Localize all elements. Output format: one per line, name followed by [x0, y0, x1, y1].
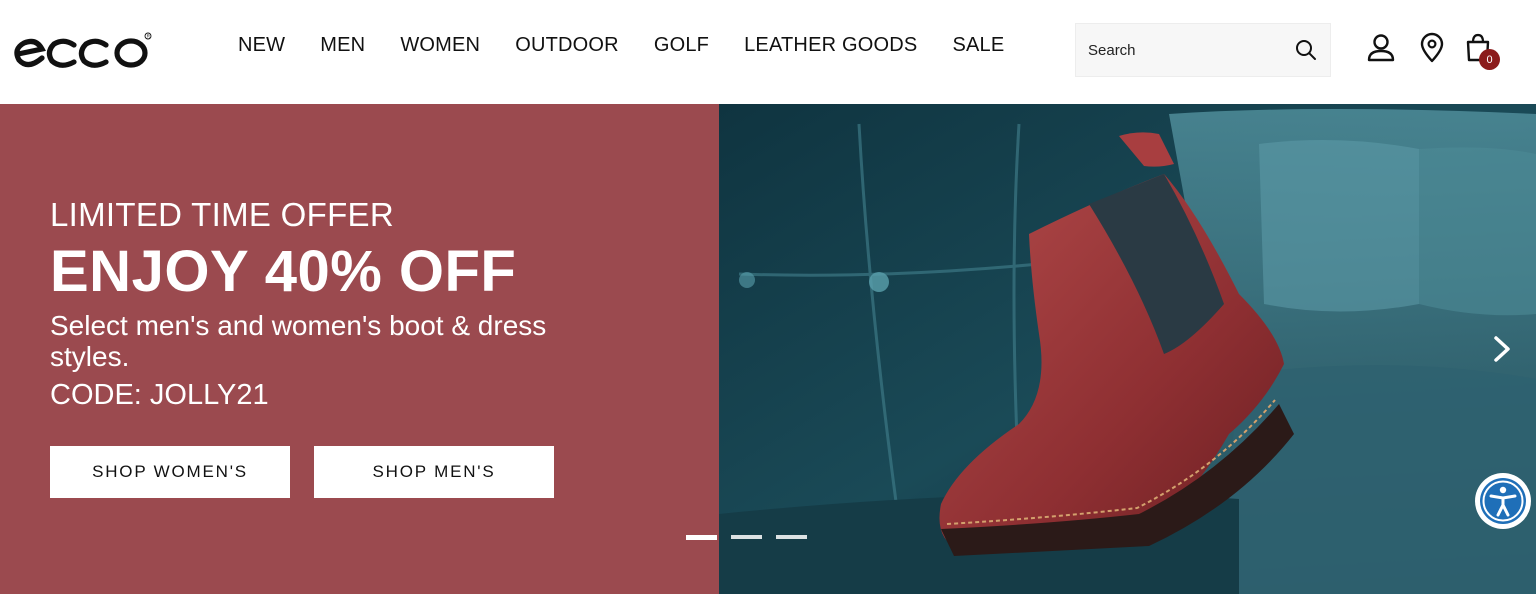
- nav-item-men[interactable]: MEN: [320, 34, 365, 57]
- hero-eyebrow: LIMITED TIME OFFER: [50, 196, 394, 233]
- location-pin-icon[interactable]: [1417, 32, 1447, 64]
- search-icon[interactable]: [1294, 38, 1318, 62]
- hero-subline: Select men's and women's boot & dress st…: [50, 310, 547, 372]
- carousel-dot[interactable]: [776, 535, 807, 539]
- search-box: [1075, 23, 1331, 77]
- ecco-logo[interactable]: R: [12, 30, 154, 72]
- carousel-dot[interactable]: [731, 535, 762, 539]
- nav-item-golf[interactable]: GOLF: [654, 34, 709, 57]
- cart-count-badge: 0: [1479, 49, 1500, 70]
- hero-boot-image: [719, 104, 1536, 594]
- main-nav: NEW MEN WOMEN OUTDOOR GOLF LEATHER GOODS…: [238, 34, 1039, 57]
- nav-item-leather-goods[interactable]: LEATHER GOODS: [744, 34, 917, 57]
- carousel-next-chevron-icon[interactable]: [1478, 314, 1528, 384]
- hero-headline: ENJOY 40% OFF: [50, 239, 517, 304]
- accessibility-icon[interactable]: [1475, 473, 1531, 529]
- hero-promo-panel: LIMITED TIME OFFER ENJOY 40% OFF Select …: [0, 104, 719, 594]
- shop-womens-button[interactable]: SHOP WOMEN'S: [50, 446, 290, 498]
- nav-item-outdoor[interactable]: OUTDOOR: [515, 34, 619, 57]
- nav-item-new[interactable]: NEW: [238, 34, 285, 57]
- carousel-pagination: [686, 535, 807, 540]
- user-icon[interactable]: [1366, 32, 1396, 64]
- carousel-dot[interactable]: [686, 535, 717, 540]
- search-input[interactable]: [1088, 24, 1278, 76]
- hero-carousel: LIMITED TIME OFFER ENJOY 40% OFF Select …: [0, 104, 1536, 594]
- nav-item-women[interactable]: WOMEN: [400, 34, 480, 57]
- nav-item-sale[interactable]: SALE: [952, 34, 1004, 57]
- site-header: R NEW MEN WOMEN OUTDOOR GOLF LEATHER GOO…: [0, 0, 1536, 104]
- promo-code: CODE: JOLLY21: [50, 379, 269, 411]
- shop-mens-button[interactable]: SHOP MEN'S: [314, 446, 554, 498]
